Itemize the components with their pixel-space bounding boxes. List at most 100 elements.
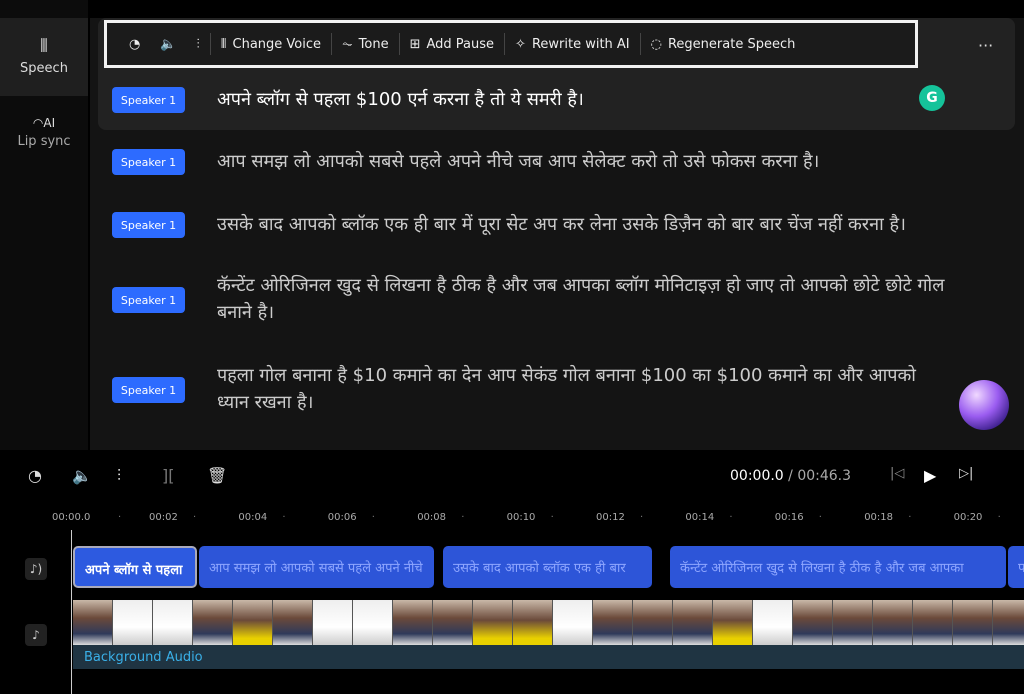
ruler-minor-tick: · — [371, 512, 375, 523]
speed-icon[interactable]: ◔ — [28, 466, 42, 485]
ruler-tick-label: 00:10 — [506, 512, 536, 523]
ai-lip-icon: ◠AI — [32, 116, 56, 130]
speech-clip[interactable]: अपने ब्लॉग से पहला — [73, 546, 197, 588]
video-thumbnail — [633, 600, 673, 645]
video-thumbnail — [753, 600, 793, 645]
ruler-minor-tick: · — [461, 512, 465, 523]
skip-back-icon[interactable]: |◁ — [890, 466, 904, 481]
video-track[interactable] — [73, 600, 1024, 645]
video-thumbnail — [513, 600, 553, 645]
ruler-tick-label: 00:02 — [149, 512, 178, 523]
speed-icon: ◔ — [129, 36, 141, 52]
script-line[interactable]: पहला गोल बनाना है $10 कमाने का देन आप से… — [217, 362, 947, 416]
magic-wand-icon: ✧ — [515, 36, 526, 52]
regenerate-label: Regenerate Speech — [667, 36, 796, 52]
video-thumbnail — [953, 600, 993, 645]
ruler-tick-label: 00:20 — [953, 512, 983, 523]
equalizer-icon[interactable]: ⫶ — [117, 466, 121, 486]
voice-track-icon: ♪) — [25, 558, 47, 580]
speaker-badge[interactable]: Speaker 1 — [112, 212, 185, 238]
sidebar: ⦀ Speech ◠AI Lip sync — [0, 0, 88, 450]
video-thumbnail — [673, 600, 713, 645]
script-line[interactable]: कॅन्टेंट ओरिजिनल खुद से लिखना है ठीक है … — [217, 272, 947, 326]
total-time: 00:46.3 — [797, 468, 852, 484]
play-icon[interactable]: ▶ — [924, 466, 936, 485]
regenerate-speech-button[interactable]: ◌ Regenerate Speech — [641, 23, 806, 65]
ruler-minor-tick: · — [908, 512, 912, 523]
speech-clip[interactable]: पहला — [1008, 546, 1024, 588]
music-track-icon: ♪ — [25, 624, 47, 646]
split-icon[interactable]: ][ — [162, 466, 174, 485]
video-thumbnail — [353, 600, 393, 645]
video-thumbnail — [153, 600, 193, 645]
video-thumbnail — [913, 600, 953, 645]
video-thumbnail — [273, 600, 313, 645]
tone-button[interactable]: ⏦ Tone — [332, 23, 399, 65]
ruler-tick-label: 00:04 — [238, 512, 268, 523]
change-voice-button[interactable]: ⦀ Change Voice — [211, 23, 331, 65]
speed-button[interactable]: ◔ — [119, 23, 150, 65]
volume-icon[interactable]: 🔈 — [72, 466, 92, 485]
ruler-minor-tick: · — [640, 512, 644, 523]
speech-clip[interactable]: कॅन्टेंट ओरिजिनल खुद से लिखना है ठीक है … — [670, 546, 1006, 588]
script-line[interactable]: अपने ब्लॉग से पहला $100 एर्न करना है तो … — [217, 86, 947, 113]
ruler-minor-tick: · — [282, 512, 286, 523]
ruler-tick-label: 00:00.0 — [52, 512, 91, 523]
video-thumbnail — [233, 600, 273, 645]
speech-clip[interactable]: उसके बाद आपको ब्लॉक एक ही बार — [443, 546, 652, 588]
ruler-minor-tick: · — [997, 512, 1001, 523]
more-options-button[interactable]: ··· — [978, 36, 993, 55]
ruler-minor-tick: · — [729, 512, 733, 523]
sidebar-item-speech[interactable]: ⦀ Speech — [0, 18, 88, 96]
waveform-icon: ⦀ — [220, 36, 227, 52]
playhead[interactable] — [71, 530, 72, 694]
audio-label: Background Audio — [84, 650, 203, 665]
video-thumbnail — [433, 600, 473, 645]
video-thumbnail — [793, 600, 833, 645]
ruler-tick-label: 00:16 — [774, 512, 804, 523]
ruler-minor-tick: · — [550, 512, 554, 523]
ruler-tick-label: 00:12 — [596, 512, 625, 523]
add-pause-label: Add Pause — [426, 36, 495, 52]
sidebar-item-lip-sync[interactable]: ◠AI Lip sync — [0, 116, 88, 176]
video-thumbnail — [393, 600, 433, 645]
skip-forward-icon[interactable]: ▷| — [959, 466, 973, 481]
change-voice-label: Change Voice — [232, 36, 322, 52]
ruler-minor-tick: · — [818, 512, 822, 523]
video-thumbnail — [73, 600, 113, 645]
equalizer-button[interactable]: ⫶ — [187, 23, 210, 65]
speech-wand-icon: ⦀ — [40, 36, 48, 57]
video-thumbnail — [313, 600, 353, 645]
speaker-badge[interactable]: Speaker 1 — [112, 377, 185, 403]
video-thumbnail — [593, 600, 633, 645]
volume-button[interactable]: 🔈 — [150, 23, 186, 65]
rewrite-ai-button[interactable]: ✧ Rewrite with AI — [505, 23, 640, 65]
delete-icon[interactable]: 🗑 — [207, 466, 227, 485]
speech-clip[interactable]: आप समझ लो आपको सबसे पहले अपने नीचे — [199, 546, 434, 588]
video-thumbnail — [713, 600, 753, 645]
add-pause-icon: ⊞ — [409, 36, 421, 52]
script-line[interactable]: आप समझ लो आपको सबसे पहले अपने नीचे जब आप… — [217, 148, 947, 175]
timeline-controls: ◔ 🔈 ⫶ ][ 🗑 00:00.0 / 00:46.3 |◁ ▶ ▷| — [0, 466, 1024, 490]
ruler-minor-tick: · — [193, 512, 197, 523]
time-display: 00:00.0 / 00:46.3 — [730, 468, 851, 484]
add-pause-button[interactable]: ⊞ Add Pause — [400, 23, 504, 65]
equalizer-icon: ⫶ — [196, 36, 200, 52]
ai-assistant-orb-icon[interactable] — [959, 380, 1009, 430]
speaker-badge[interactable]: Speaker 1 — [112, 87, 185, 113]
speaker-badge[interactable]: Speaker 1 — [112, 287, 185, 313]
speech-toolbar: ◔ 🔈 ⫶ ⦀ Change Voice ⏦ Tone ⊞ Add Pause ✧ Re… — [104, 20, 918, 68]
video-thumbnail — [833, 600, 873, 645]
grammarly-icon[interactable]: G — [919, 85, 945, 111]
ruler-tick-label: 00:08 — [417, 512, 447, 523]
video-thumbnail — [113, 600, 153, 645]
current-time: 00:00.0 — [730, 468, 784, 484]
tone-label: Tone — [358, 36, 389, 52]
video-thumbnail — [473, 600, 513, 645]
script-line[interactable]: उसके बाद आपको ब्लॉक एक ही बार में पूरा स… — [217, 211, 947, 238]
video-thumbnail — [873, 600, 913, 645]
speaker-badge[interactable]: Speaker 1 — [112, 149, 185, 175]
video-thumbnail — [193, 600, 233, 645]
background-audio-track[interactable]: Background Audio — [73, 645, 1024, 669]
video-thumbnail — [993, 600, 1024, 645]
